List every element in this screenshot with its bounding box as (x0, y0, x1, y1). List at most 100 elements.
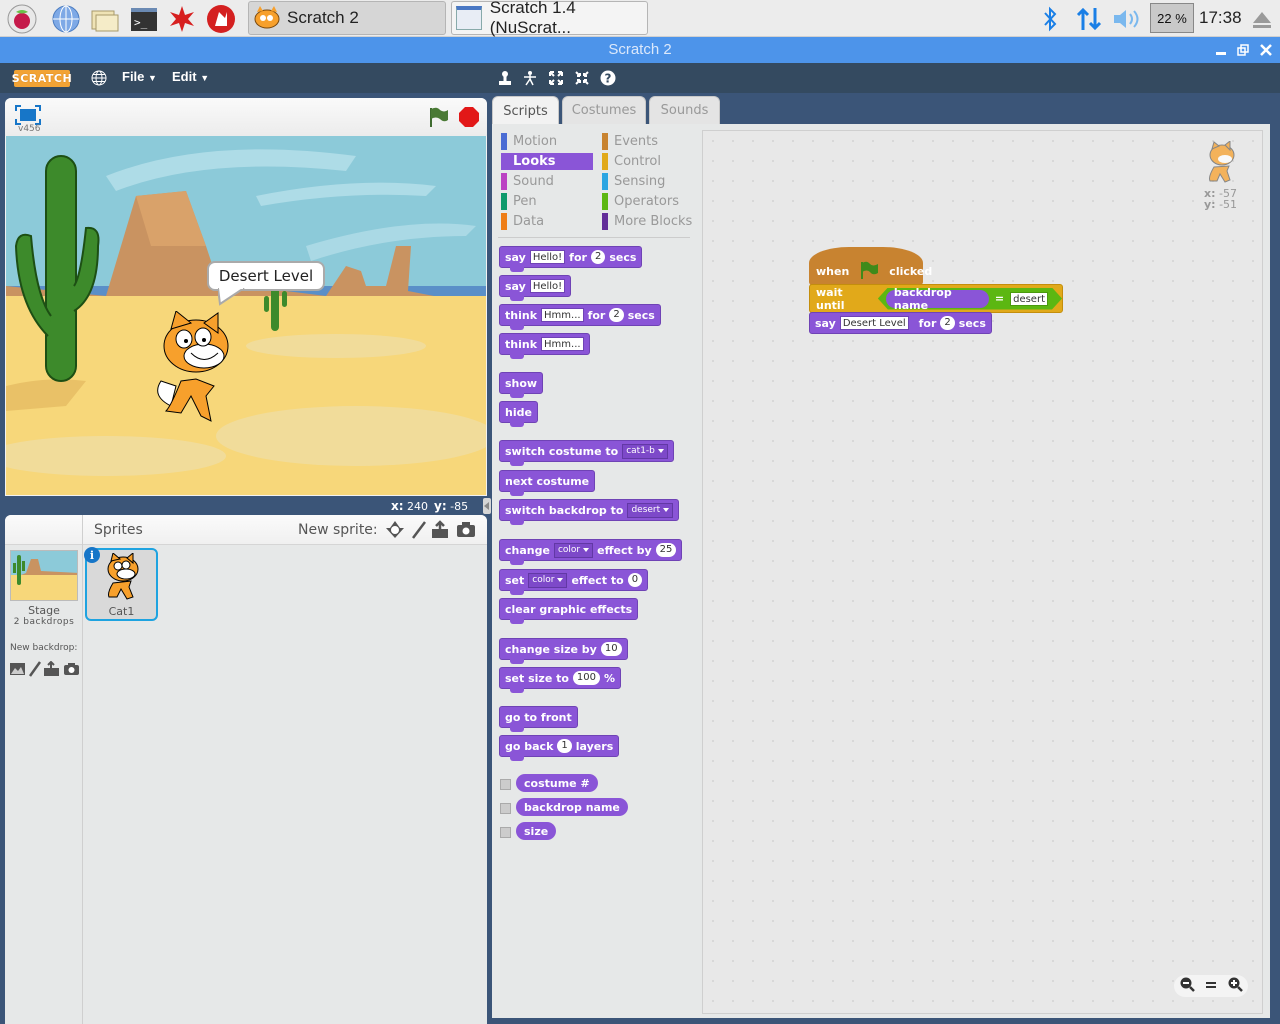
maximize-button[interactable] (1234, 41, 1252, 59)
text-input[interactable]: Hmm... (541, 308, 584, 322)
text-input[interactable]: Hmm... (541, 337, 584, 351)
text-input[interactable]: Hello! (529, 279, 566, 293)
language-globe-icon[interactable] (90, 69, 108, 87)
upload-sprite-icon[interactable] (430, 520, 450, 540)
minimize-button[interactable] (1212, 41, 1230, 59)
task-scratch-2[interactable]: Scratch 2 (248, 1, 446, 35)
number-input[interactable]: 2 (609, 308, 624, 322)
scripts-area[interactable]: when clicked wait until backdrop name = … (702, 130, 1263, 1014)
block-switch-costume[interactable]: switch costume to cat1-b (499, 440, 674, 466)
info-icon[interactable]: i (84, 547, 100, 563)
number-input[interactable]: 100 (572, 671, 601, 685)
block-set-effect[interactable]: set color effect to 0 (499, 569, 649, 595)
block-show[interactable]: show (499, 372, 544, 398)
stage-thumbnail[interactable] (10, 550, 78, 601)
eject-icon[interactable] (1250, 0, 1274, 37)
clock[interactable]: 17:38 (1199, 8, 1242, 28)
shrink-icon[interactable] (573, 69, 591, 87)
paint-sprite-icon[interactable] (409, 520, 429, 540)
block-go-to-front[interactable]: go to front (499, 706, 578, 732)
camera-sprite-icon[interactable] (456, 520, 476, 540)
effect-dropdown[interactable]: color (553, 542, 594, 558)
mathematica-icon[interactable] (166, 3, 198, 35)
task-scratch-1-4[interactable]: Scratch 1.4 (NuScrat... (451, 0, 648, 37)
cat-sprite[interactable] (146, 311, 246, 426)
tab-costumes[interactable]: Costumes (562, 96, 646, 124)
terminal-icon[interactable]: >_ (128, 3, 160, 35)
category-data[interactable]: Data (501, 213, 593, 230)
file-menu[interactable]: File ▼ (122, 69, 157, 84)
category-more-blocks[interactable]: More Blocks (602, 213, 702, 230)
presentation-mode-icon[interactable] (15, 105, 41, 125)
block-switch-backdrop[interactable]: switch backdrop to desert (499, 499, 680, 525)
camera-backdrop-icon[interactable] (63, 661, 80, 677)
block-think-for-secs[interactable]: think Hmm... for 2 secs (499, 304, 661, 330)
help-icon[interactable]: ? (599, 69, 617, 87)
duplicate-stamp-icon[interactable] (496, 69, 514, 87)
block-say-for-secs[interactable]: say Hello! for 2 secs (499, 246, 643, 272)
delete-scissors-icon[interactable] (521, 69, 539, 87)
block-go-back-layers[interactable]: go back 1 layers (499, 735, 620, 761)
backdrop-dropdown[interactable]: desert (627, 502, 674, 518)
wolfram-icon[interactable] (205, 3, 237, 35)
close-button[interactable] (1257, 41, 1275, 59)
zoom-out-icon[interactable] (1179, 976, 1195, 996)
category-motion[interactable]: Motion (501, 133, 593, 150)
comparison-value-input[interactable]: desert (1010, 292, 1048, 306)
number-input[interactable]: 10 (600, 642, 622, 656)
sprite-tile-cat1[interactable]: i Cat1 (84, 547, 158, 621)
tab-sounds[interactable]: Sounds (649, 96, 720, 124)
text-input[interactable]: Desert Level (839, 316, 909, 330)
raspberry-menu-icon[interactable] (6, 3, 38, 35)
upload-backdrop-icon[interactable] (43, 660, 60, 677)
reporter-size[interactable]: size (516, 822, 557, 840)
text-input[interactable]: Hello! (529, 250, 566, 264)
tab-scripts[interactable]: Scripts (492, 96, 559, 126)
web-browser-icon[interactable] (50, 3, 82, 35)
zoom-reset-icon[interactable] (1204, 977, 1218, 996)
when-flag-clicked-block[interactable]: when clicked (809, 247, 932, 285)
cpu-monitor[interactable]: 22 % (1150, 3, 1194, 33)
show-backdrop-name-checkbox[interactable] (500, 803, 511, 814)
show-costume-checkbox[interactable] (500, 779, 511, 790)
paint-backdrop-icon[interactable] (28, 661, 42, 677)
category-events[interactable]: Events (602, 133, 694, 150)
block-clear-graphic-effects[interactable]: clear graphic effects (499, 598, 639, 624)
category-looks[interactable]: Looks (501, 153, 593, 170)
block-next-costume[interactable]: next costume (499, 470, 596, 496)
block-hide[interactable]: hide (499, 401, 538, 427)
reporter-costume-number[interactable]: costume # (516, 774, 598, 792)
equals-operator-block[interactable]: backdrop name = desert (878, 288, 1062, 310)
category-pen[interactable]: Pen (501, 193, 593, 210)
file-manager-icon[interactable] (88, 3, 120, 35)
stop-sign-icon[interactable] (458, 106, 480, 128)
number-input[interactable]: 2 (590, 250, 606, 264)
wait-until-block[interactable]: wait until backdrop name = desert (809, 284, 1063, 313)
collapse-stage-handle[interactable] (483, 498, 491, 514)
block-say[interactable]: say Hello! (499, 275, 572, 301)
grow-icon[interactable] (547, 69, 565, 87)
number-input[interactable]: 1 (557, 739, 572, 753)
edit-menu[interactable]: Edit ▼ (172, 69, 209, 84)
show-size-checkbox[interactable] (500, 827, 511, 838)
backdrop-name-reporter[interactable]: backdrop name (886, 290, 989, 308)
green-flag-icon[interactable] (427, 106, 449, 128)
block-change-effect[interactable]: change color effect by 25 (499, 539, 683, 565)
number-input[interactable]: 2 (940, 316, 955, 330)
number-input[interactable]: 25 (655, 543, 677, 557)
category-sensing[interactable]: Sensing (602, 173, 694, 190)
block-think[interactable]: think Hmm... (499, 333, 590, 359)
stage-canvas[interactable]: Desert Level (6, 136, 486, 495)
bluetooth-icon[interactable] (1038, 0, 1062, 37)
block-change-size[interactable]: change size by 10 (499, 638, 628, 664)
backdrop-library-icon[interactable] (9, 661, 26, 677)
zoom-in-icon[interactable] (1227, 976, 1244, 996)
costume-dropdown[interactable]: cat1-b (622, 443, 668, 459)
category-operators[interactable]: Operators (602, 193, 694, 210)
block-set-size[interactable]: set size to 100 % (499, 667, 622, 693)
category-sound[interactable]: Sound (501, 173, 593, 190)
effect-dropdown[interactable]: color (528, 572, 568, 588)
sprite-library-icon[interactable] (385, 520, 405, 540)
reporter-backdrop-name[interactable]: backdrop name (516, 798, 628, 816)
network-icon[interactable] (1074, 0, 1104, 37)
